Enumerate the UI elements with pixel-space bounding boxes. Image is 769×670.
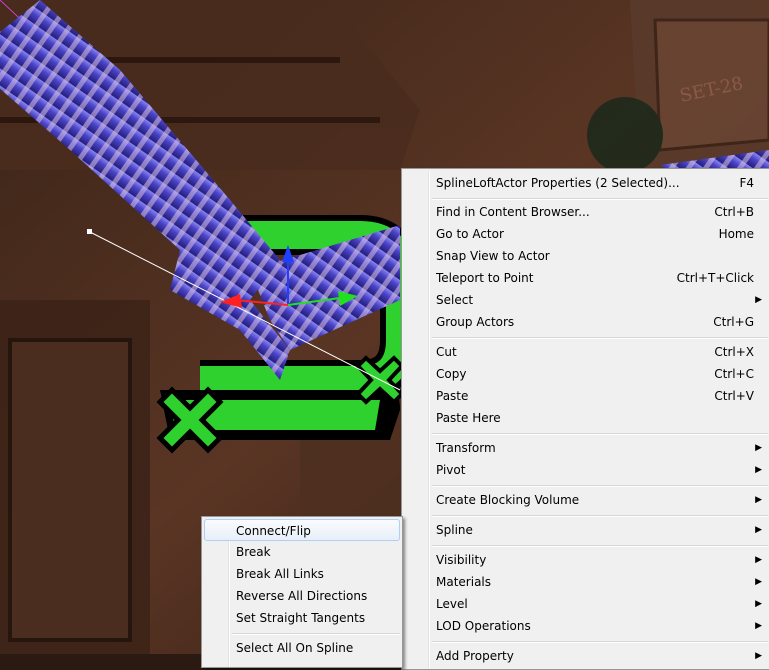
menu-item-snap-view[interactable]: Snap View to Actor <box>404 245 768 267</box>
menu-item-paste-here[interactable]: Paste Here <box>404 407 768 429</box>
menu-item-lod-operations[interactable]: LOD Operations ▶ <box>404 615 768 637</box>
menu-separator <box>432 337 768 339</box>
menu-item-cut[interactable]: Cut Ctrl+X <box>404 341 768 363</box>
submenu-arrow-icon: ▶ <box>755 495 762 505</box>
menu-item-find-in-content-browser[interactable]: Find in Content Browser... Ctrl+B <box>404 201 768 223</box>
menu-item-create-blocking-volume[interactable]: Create Blocking Volume ▶ <box>404 489 768 511</box>
submenu-arrow-icon: ▶ <box>755 577 762 587</box>
menu-item-teleport[interactable]: Teleport to Point Ctrl+T+Click <box>404 267 768 289</box>
submenu-arrow-icon: ▶ <box>755 599 762 609</box>
context-menu: SplineLoftActor Properties (2 Selected).… <box>401 168 769 670</box>
submenu-arrow-icon: ▶ <box>755 651 762 661</box>
menu-item-materials[interactable]: Materials ▶ <box>404 571 768 593</box>
submenu-arrow-icon: ▶ <box>755 621 762 631</box>
submenu-item-select-all-on-spline[interactable]: Select All On Spline <box>204 637 400 659</box>
submenu-item-connect-flip[interactable]: Connect/Flip <box>204 519 400 541</box>
submenu-arrow-icon: ▶ <box>755 555 762 565</box>
menu-separator <box>432 545 768 547</box>
spline-submenu: Connect/Flip Break Break All Links Rever… <box>201 516 403 668</box>
menu-item-level[interactable]: Level ▶ <box>404 593 768 615</box>
menu-separator <box>432 641 768 643</box>
menu-item-properties[interactable]: SplineLoftActor Properties (2 Selected).… <box>404 172 768 194</box>
menu-item-select[interactable]: Select ▶ <box>404 289 768 311</box>
submenu-item-set-straight-tangents[interactable]: Set Straight Tangents <box>204 607 400 629</box>
menu-item-transform[interactable]: Transform ▶ <box>404 437 768 459</box>
menu-separator <box>432 433 768 435</box>
submenu-item-break-all-links[interactable]: Break All Links <box>204 563 400 585</box>
menu-item-visibility[interactable]: Visibility ▶ <box>404 549 768 571</box>
menu-separator <box>432 485 768 487</box>
menu-item-paste[interactable]: Paste Ctrl+V <box>404 385 768 407</box>
menu-separator <box>232 633 400 635</box>
submenu-arrow-icon: ▶ <box>755 465 762 475</box>
menu-item-pivot[interactable]: Pivot ▶ <box>404 459 768 481</box>
submenu-item-break[interactable]: Break <box>204 541 400 563</box>
submenu-arrow-icon: ▶ <box>755 295 762 305</box>
menu-item-copy[interactable]: Copy Ctrl+C <box>404 363 768 385</box>
menu-separator <box>432 515 768 517</box>
submenu-arrow-icon: ▶ <box>755 443 762 453</box>
menu-item-spline[interactable]: Spline ▶ <box>404 519 768 541</box>
menu-item-add-property[interactable]: Add Property ▶ <box>404 645 768 667</box>
menu-item-go-to-actor[interactable]: Go to Actor Home <box>404 223 768 245</box>
submenu-item-reverse-all-directions[interactable]: Reverse All Directions <box>204 585 400 607</box>
submenu-arrow-icon: ▶ <box>755 525 762 535</box>
menu-item-group-actors[interactable]: Group Actors Ctrl+G <box>404 311 768 333</box>
menu-separator <box>432 198 768 200</box>
